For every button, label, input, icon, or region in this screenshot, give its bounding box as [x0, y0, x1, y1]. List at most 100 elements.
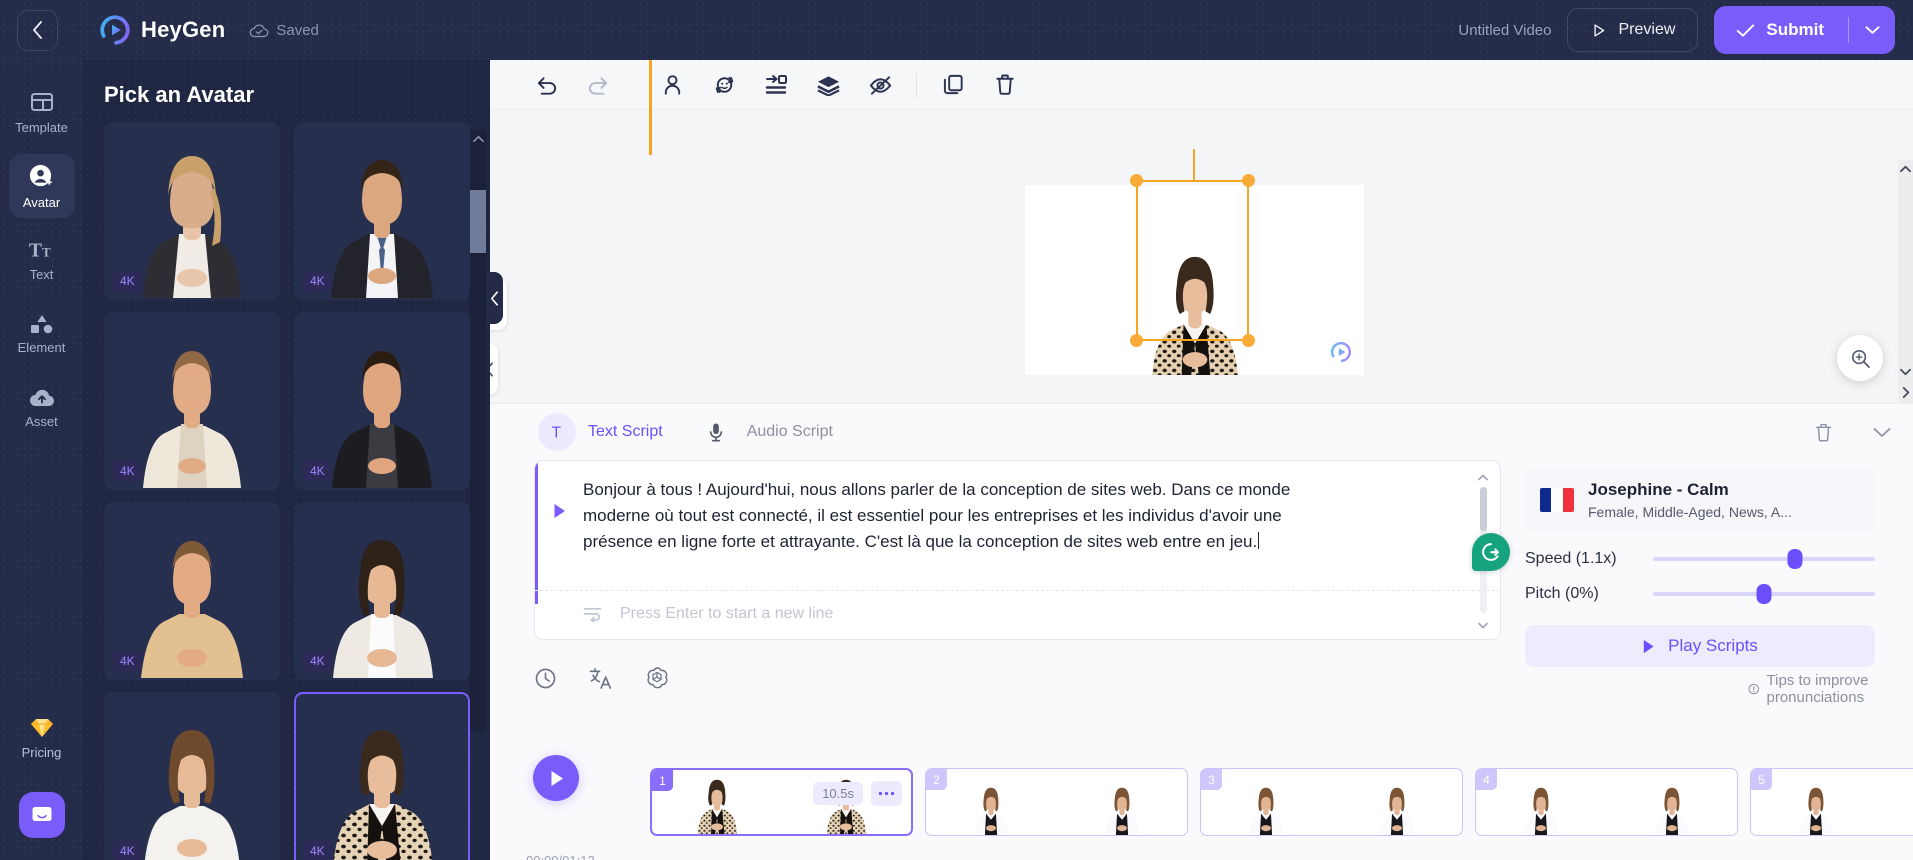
change-avatar-button[interactable] — [646, 64, 698, 106]
canvas-area[interactable] — [490, 110, 1913, 403]
speed-control: Speed (1.1x) — [1525, 549, 1875, 569]
scroll-down-arrow[interactable] — [1898, 363, 1913, 381]
scrollbar-thumb[interactable] — [1480, 487, 1487, 531]
ai-assistant-button[interactable] — [645, 666, 669, 690]
translate-button[interactable] — [589, 667, 613, 690]
scene-more-button[interactable] — [871, 781, 902, 806]
wrap-text-icon — [583, 607, 602, 622]
saved-status: Saved — [249, 22, 319, 39]
scroll-up-arrow[interactable] — [1476, 469, 1490, 485]
chevron-down-icon — [1900, 368, 1911, 376]
scene-duration: 10.5s — [813, 782, 863, 805]
avatar-card[interactable]: 4K — [104, 692, 280, 860]
scrollbar-thumb[interactable] — [470, 190, 486, 253]
script-editor[interactable]: Bonjour à tous ! Aujourd'hui, nous allon… — [534, 460, 1501, 640]
layers-button[interactable] — [802, 64, 854, 106]
play-scripts-button[interactable]: Play Scripts — [1525, 625, 1875, 667]
microphone-icon — [697, 413, 735, 451]
scene-card[interactable]: 4 — [1475, 768, 1738, 836]
voice-meta: Female, Middle-Aged, News, A... — [1588, 504, 1792, 520]
scene-thumbnails — [1201, 769, 1462, 835]
chevron-down-icon — [1873, 427, 1891, 437]
slider-knob[interactable] — [1756, 584, 1772, 604]
tips-label: Tips to improve pronunciations — [1766, 672, 1869, 706]
scroll-up-arrow[interactable] — [1898, 160, 1913, 178]
voice-selector[interactable]: Josephine - Calm Female, Middle-Aged, Ne… — [1525, 467, 1875, 533]
document-title[interactable]: Untitled Video — [1458, 22, 1551, 39]
avatar-style-button[interactable] — [698, 64, 750, 106]
pitch-label: Pitch (0%) — [1525, 585, 1599, 602]
play-segment-button[interactable] — [535, 477, 583, 555]
slider-knob[interactable] — [1787, 549, 1803, 569]
collapse-script-panel-button[interactable] — [1873, 427, 1891, 438]
avatar-card-selected[interactable]: 4K — [294, 692, 470, 860]
sidebar-item-avatar[interactable]: Avatar — [8, 154, 75, 218]
avatar-card[interactable]: 4K — [104, 312, 280, 490]
redo-button[interactable] — [572, 64, 624, 106]
redo-icon — [588, 76, 607, 95]
preview-button[interactable]: Preview — [1567, 8, 1699, 52]
avatar-card[interactable]: 4K — [104, 502, 280, 680]
sidebar-item-text[interactable]: T T Text — [9, 228, 75, 292]
sidebar-item-pricing[interactable]: Pricing — [9, 706, 75, 770]
text-t-icon: T — [538, 413, 576, 451]
copy-icon — [943, 74, 963, 95]
scroll-right-arrow[interactable] — [1898, 383, 1913, 401]
chat-support-button[interactable] — [18, 792, 65, 838]
new-line-hint[interactable]: Press Enter to start a new line — [583, 605, 833, 623]
sidebar-label-text: Text — [29, 267, 54, 282]
pitch-control: Pitch (0%) — [1525, 584, 1875, 604]
tab-label-audio-script: Audio Script — [746, 423, 833, 440]
duplicate-button[interactable] — [927, 64, 979, 106]
script-text-value: Bonjour à tous ! Aujourd'hui, nous allon… — [583, 480, 1291, 551]
pitch-slider[interactable] — [1653, 584, 1875, 604]
sidebar-item-asset[interactable]: Asset — [9, 376, 75, 440]
undo-icon — [537, 76, 556, 95]
scene-number: 5 — [1751, 769, 1772, 790]
script-panel-actions — [1814, 422, 1891, 443]
scroll-down-arrow[interactable] — [1476, 617, 1490, 633]
zoom-in-button[interactable] — [1837, 335, 1883, 381]
submit-button[interactable]: Submit — [1714, 6, 1848, 54]
speed-slider[interactable] — [1653, 549, 1875, 569]
openai-icon — [647, 667, 668, 689]
avatar-card[interactable]: 4K — [294, 312, 470, 490]
script-text[interactable]: Bonjour à tous ! Aujourd'hui, nous allon… — [583, 477, 1373, 555]
stage-vertical-scrollbar[interactable] — [1898, 160, 1913, 403]
scene-thumbnails — [926, 769, 1187, 835]
avatar-panel-scrollbar[interactable] — [470, 130, 486, 730]
grammarly-button[interactable] — [1472, 533, 1510, 571]
scene-card[interactable]: 1 10.5s — [650, 768, 913, 836]
submit-dropdown-button[interactable] — [1849, 6, 1895, 54]
chevron-left-icon — [33, 21, 42, 39]
scene-card[interactable]: 3 — [1200, 768, 1463, 836]
scene-thumbnails — [1751, 769, 1913, 835]
sidebar-item-element[interactable]: Element — [9, 302, 75, 366]
delete-button[interactable] — [979, 64, 1031, 106]
scroll-up-arrow[interactable] — [470, 130, 486, 148]
timeline-play-button[interactable] — [533, 755, 579, 801]
canvas-avatar[interactable] — [1122, 215, 1267, 375]
delete-script-button[interactable] — [1814, 422, 1833, 443]
scene-thumb-image — [1104, 787, 1139, 835]
hide-button[interactable] — [854, 64, 906, 106]
video-canvas[interactable] — [1025, 185, 1364, 375]
tips-link[interactable]: Tips to improve pronunciations — [1748, 672, 1913, 706]
avatar-card[interactable]: 4K — [104, 122, 280, 300]
align-button[interactable] — [750, 64, 802, 106]
svg-text:T: T — [42, 245, 51, 260]
tab-text-script[interactable]: T Text Script — [538, 413, 663, 451]
pause-timing-button[interactable] — [534, 667, 557, 690]
avatar-card[interactable]: 4K — [294, 122, 470, 300]
avatar-card[interactable]: 4K — [294, 502, 470, 680]
scene-thumb-image — [1524, 787, 1559, 835]
scene-card[interactable]: 5 — [1750, 768, 1913, 836]
undo-button[interactable] — [520, 64, 572, 106]
play-outline-icon — [1594, 23, 1605, 37]
chevron-right-icon — [1902, 386, 1909, 398]
collapse-avatar-panel-button[interactable] — [486, 272, 503, 324]
scene-card[interactable]: 2 — [925, 768, 1188, 836]
back-button[interactable] — [17, 9, 58, 51]
sidebar-item-template[interactable]: Template — [9, 80, 75, 144]
tab-audio-script[interactable]: Audio Script — [697, 413, 833, 451]
